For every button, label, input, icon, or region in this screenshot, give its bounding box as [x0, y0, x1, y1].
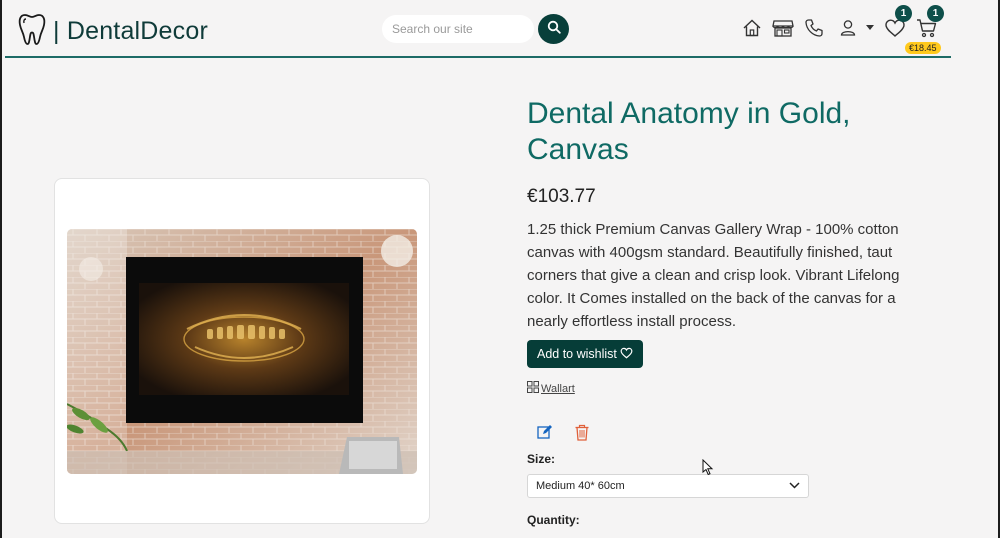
product-image[interactable]	[67, 229, 417, 474]
size-select[interactable]: Medium 40* 60cm	[527, 474, 809, 498]
contact-link[interactable]	[804, 18, 824, 43]
phone-icon	[804, 19, 824, 42]
user-icon	[839, 20, 875, 42]
heart-icon	[884, 19, 906, 42]
window-edge-left	[0, 0, 2, 538]
site-header: | DentalDecor 1	[5, 0, 951, 58]
grid-icon	[527, 381, 539, 396]
category-link[interactable]: Wallart	[527, 381, 575, 396]
cart-count-badge: 1	[927, 5, 944, 22]
logo-text: | DentalDecor	[53, 17, 208, 45]
trash-icon	[574, 424, 590, 445]
product-description: 1.25 thick Premium Canvas Gallery Wrap -…	[527, 221, 900, 330]
size-selected-value: Medium 40* 60cm	[536, 480, 625, 492]
search-input[interactable]	[382, 15, 534, 43]
add-to-wishlist-button[interactable]: Add to wishlist	[527, 340, 643, 368]
edit-product-button[interactable]	[537, 424, 553, 445]
wishlist-count-badge: 1	[895, 5, 912, 22]
edit-icon	[537, 425, 553, 444]
product-image-card	[54, 178, 430, 524]
search-button[interactable]	[538, 14, 569, 44]
tooth-icon	[17, 12, 47, 51]
store-icon	[772, 20, 794, 42]
cart-total-badge: €18.45	[905, 42, 941, 54]
category-label: Wallart	[541, 382, 575, 395]
heart-icon	[620, 347, 633, 362]
chevron-down-icon	[789, 480, 800, 492]
site-logo[interactable]: | DentalDecor	[17, 12, 208, 51]
search-icon	[547, 20, 561, 39]
search-bar	[382, 14, 569, 44]
home-icon	[742, 19, 762, 42]
mouse-cursor-icon	[702, 458, 714, 481]
delete-product-button[interactable]	[574, 424, 590, 446]
wishlist-button-label: Add to wishlist	[537, 347, 617, 361]
cart-icon	[916, 19, 938, 42]
home-link[interactable]	[742, 18, 762, 43]
account-menu[interactable]	[839, 18, 875, 43]
store-link[interactable]	[772, 18, 794, 43]
product-price: €103.77	[527, 186, 596, 207]
product-title: Dental Anatomy in Gold, Canvas	[527, 97, 851, 166]
quantity-label: Quantity:	[527, 513, 580, 527]
size-label: Size:	[527, 452, 556, 466]
